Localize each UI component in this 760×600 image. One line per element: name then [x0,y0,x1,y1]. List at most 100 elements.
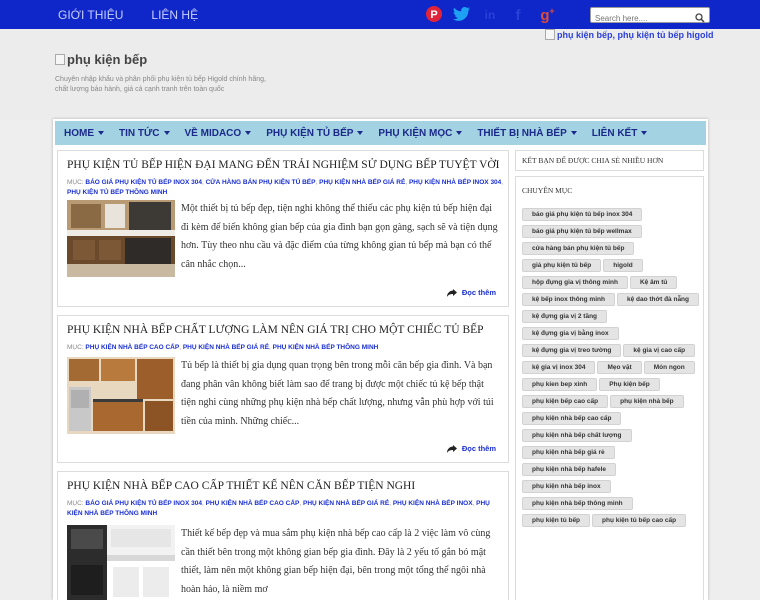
post-card: PHỤ KIỆN NHÀ BẾP CHẤT LƯỢNG LÀM NÊN GIÁ … [57,315,509,463]
broken-image-icon [55,54,65,65]
menu-kitchen-appliances[interactable]: THIẾT BỊ NHÀ BẾP [477,128,577,139]
broken-image-icon [545,29,555,40]
category-tag[interactable]: cửa hàng bán phụ kiện tủ bếp [522,242,635,255]
post-tag[interactable]: PHỤ KIỆN NHÀ BẾP GIÁ RẺ [319,179,405,186]
search-icon[interactable] [695,10,705,28]
banner-alt-text: phụ kiện bếp, phụ kiện tủ bếp higold [557,29,714,40]
twitter-icon[interactable] [452,4,472,24]
post-meta: MỤC: PHỤ KIỆN NHÀ BẾP CAO CẤP, PHỤ KIỆN … [67,344,379,351]
google-plus-icon[interactable]: g + [536,4,556,24]
category-tag[interactable]: phụ kiện nhà bếp giá rẻ [522,446,615,459]
category-tag[interactable]: Mẹo vặt [597,361,642,374]
site-logo[interactable]: phụ kiện bếp [55,52,147,67]
post-tag[interactable]: PHỤ KIỆN TỦ BẾP THÔNG MINH [67,189,167,196]
post-tag[interactable]: PHỤ KIỆN NHÀ BẾP INOX [393,500,473,507]
post-tag[interactable]: PHỤ KIỆN NHÀ BẾP CAO CẤP [85,344,179,351]
post-tag[interactable]: PHỤ KIỆN NHÀ BẾP GIÁ RẺ [183,344,269,351]
category-tag[interactable]: phụ kien bep xinh [522,378,598,391]
post-excerpt: Thiết kế bếp đẹp và mua sắm phụ kiện nhà… [181,528,491,595]
read-more-link[interactable]: Đọc thêm [446,444,496,453]
menu-links[interactable]: LIÊN KẾT [592,128,648,139]
chevron-down-icon [570,131,577,135]
menu-about-midaco[interactable]: VỀ MIDACO [185,128,252,139]
linkedin-icon[interactable]: in [480,4,500,24]
category-tag[interactable]: Kệ âm tủ [629,276,678,289]
chevron-down-icon [357,131,364,135]
post-card: PHỤ KIỆN TỦ BẾP HIỆN ĐẠI MANG ĐẾN TRẢI N… [57,150,509,307]
category-tag[interactable]: phụ kiện nhà bếp [610,395,684,408]
post-title[interactable]: PHỤ KIỆN NHÀ BẾP CHẤT LƯỢNG LÀM NÊN GIÁ … [67,324,507,336]
post-tag[interactable]: CỬA HÀNG BÁN PHỤ KIỆN TỦ BẾP [206,179,316,186]
post-meta: MỤC: BÁO GIÁ PHỤ KIỆN TỦ BẾP INOX 304, C… [67,179,504,196]
post-tag[interactable]: PHỤ KIỆN NHÀ BẾP GIÁ RẺ [303,500,389,507]
post-card: PHỤ KIỆN NHÀ BẾP CAO CẤP THIẾT KẾ NÊN CĂ… [57,471,509,600]
chevron-down-icon [163,131,170,135]
category-tag[interactable]: báo giá phụ kiện tủ bếp inox 304 [522,208,643,221]
post-tag[interactable]: BÁO GIÁ PHỤ KIỆN TỦ BẾP INOX 304 [85,179,202,186]
category-tag[interactable]: kệ bếp inox thông minh [522,293,615,306]
search-input[interactable] [591,11,691,26]
post-thumbnail[interactable] [67,200,175,277]
post-thumbnail[interactable] [67,357,175,434]
category-tag[interactable]: báo giá phụ kiện tủ bếp wellmax [522,225,642,238]
category-tag[interactable]: giá phụ kiện tủ bếp [522,259,602,272]
menu-home[interactable]: HOME [64,128,104,139]
post-tag[interactable]: PHỤ KIỆN NHÀ BẾP CAO CẤP [206,500,300,507]
site-tagline: Chuyên nhập khẩu và phân phối phụ kiện t… [55,76,266,93]
header-banner[interactable]: phụ kiện bếp, phụ kiện tủ bếp higold [545,29,714,40]
content-wrapper: HOME TIN TỨC VỀ MIDACO PHỤ KIỆN TỦ BẾP P… [53,119,708,600]
pinterest-icon[interactable]: P [424,4,444,24]
post-tag[interactable]: PHỤ KIỆN NHÀ BẾP THÔNG MINH [273,344,379,351]
post-tag[interactable]: PHỤ KIỆN NHÀ BẾP INOX 304 [409,179,501,186]
top-bar: GIỚI THIỆU LIÊN HỆ P in f g + [0,0,760,29]
category-tag[interactable]: phụ kiện tủ bếp [522,514,591,527]
post-meta-prefix: MỤC: [67,500,84,507]
post-meta-prefix: MỤC: [67,344,84,351]
category-tag-cloud: báo giá phụ kiện tủ bếp inox 304 báo giá … [522,208,702,531]
chevron-down-icon [245,131,252,135]
category-tag[interactable]: Món ngon [643,361,695,374]
menu-cabinet-accessories[interactable]: PHỤ KIỆN TỦ BẾP [266,128,364,139]
category-tag[interactable]: phụ kiện tủ bếp cao cấp [592,514,687,527]
sidebar-category-title: CHUYÊN MỤC [522,186,573,195]
category-tag[interactable]: kệ dao thớt đà nẵng [616,293,699,306]
post-excerpt: Một thiết bị tủ bếp đẹp, tiện nghi không… [181,203,498,270]
share-arrow-icon [446,444,457,453]
top-nav-contact[interactable]: LIÊN HỆ [151,8,198,22]
search-box [590,7,710,26]
svg-text:P: P [430,9,437,21]
post-meta-prefix: MỤC: [67,179,84,186]
logo-alt-text: phụ kiện bếp [67,52,148,67]
post-meta: MỤC: BÁO GIÁ PHỤ KIỆN TỦ BẾP INOX 304, P… [67,500,490,517]
category-tag[interactable]: kệ gia vị inox 304 [522,361,596,374]
category-tag[interactable]: phụ kiện bếp cao cấp [522,395,609,408]
facebook-icon[interactable]: f [508,4,528,24]
post-tag[interactable]: BÁO GIÁ PHỤ KIỆN TỦ BẾP INOX 304 [85,500,202,507]
category-tag[interactable]: higold [603,259,643,272]
social-links: P in f g + [424,4,564,24]
category-tag[interactable]: hộp đựng gia vị thông minh [522,276,628,289]
category-tag[interactable]: phụ kiện nhà bếp inox [522,480,611,493]
top-nav: GIỚI THIỆU LIÊN HỆ [58,0,226,29]
category-tag[interactable]: Phụ kiện bếp [599,378,660,391]
category-tag[interactable]: kệ đựng gia vị 2 tầng [522,310,608,323]
top-nav-about[interactable]: GIỚI THIỆU [58,8,123,22]
menu-news[interactable]: TIN TỨC [119,128,170,139]
category-tag[interactable]: phụ kiện nhà bếp hafele [522,463,617,476]
sidebar-share-title: KẾT BẠN ĐỂ ĐƯỢC CHIA SẺ NHIỀU HƠN [522,156,664,165]
read-more-link[interactable]: Đọc thêm [446,288,496,297]
category-tag[interactable]: kệ đựng gia vị treo tường [522,344,622,357]
category-tag[interactable]: phụ kiện nhà bếp cao cấp [522,412,622,425]
post-title[interactable]: PHỤ KIỆN TỦ BẾP HIỆN ĐẠI MANG ĐẾN TRẢI N… [67,159,507,171]
post-thumbnail[interactable] [67,525,175,600]
category-tag[interactable]: kệ gia vị cao cấp [623,344,696,357]
main-menu: HOME TIN TỨC VỀ MIDACO PHỤ KIỆN TỦ BẾP P… [55,121,706,145]
category-tag[interactable]: phụ kiện nhà bếp thông minh [522,497,633,510]
svg-text:+: + [549,6,554,16]
share-arrow-icon [446,288,457,297]
menu-hanging-accessories[interactable]: PHỤ KIỆN MỌC [378,128,463,139]
post-title[interactable]: PHỤ KIỆN NHÀ BẾP CAO CẤP THIẾT KẾ NÊN CĂ… [67,480,507,492]
category-tag[interactable]: phụ kiện nhà bếp chất lượng [522,429,632,442]
category-tag[interactable]: kệ đựng gia vị bằng inox [522,327,619,340]
chevron-down-icon [456,131,463,135]
